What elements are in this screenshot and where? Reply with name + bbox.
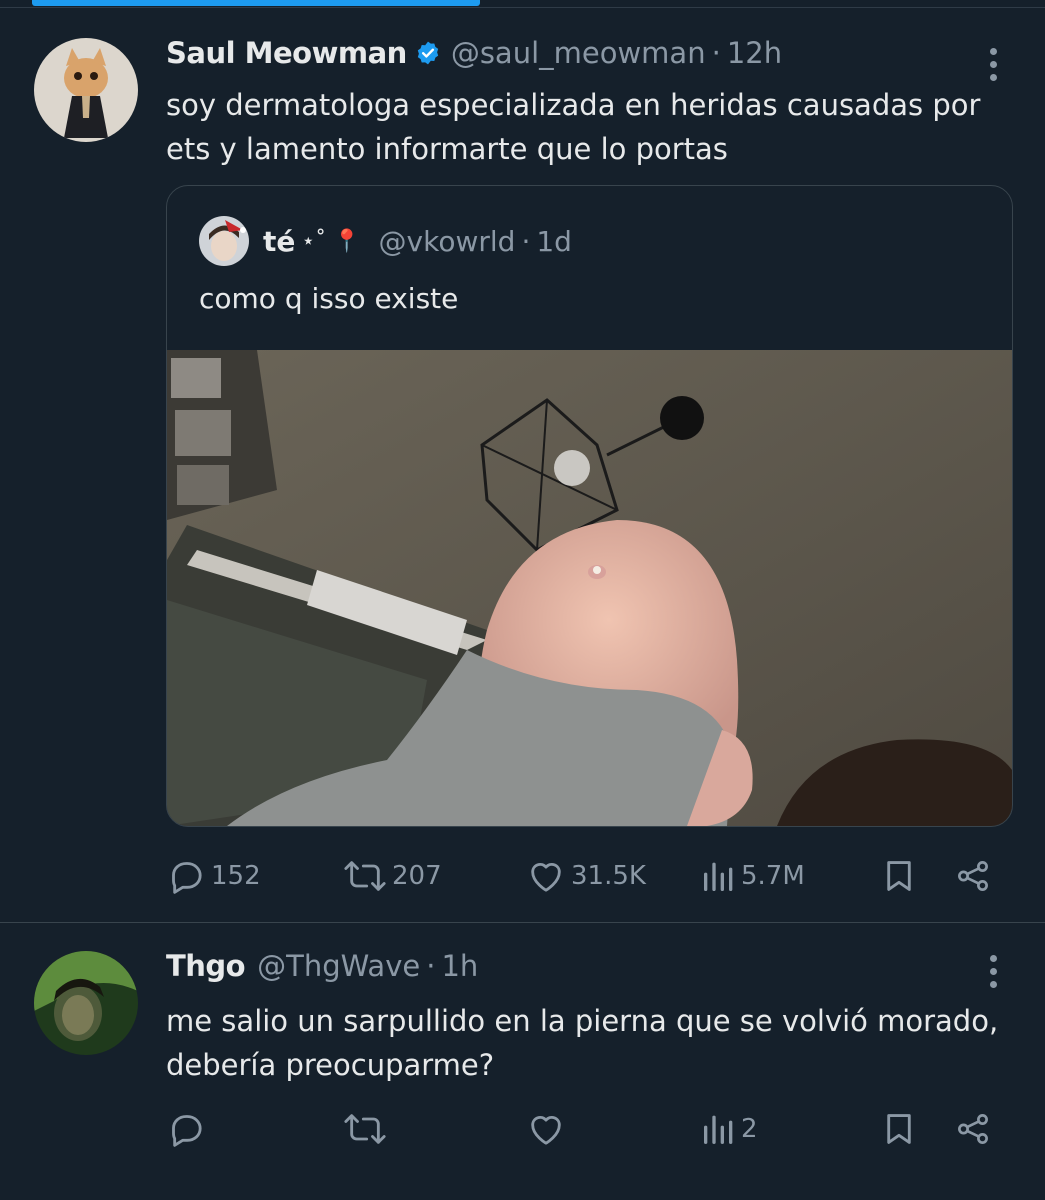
quoted-handle[interactable]: @vkowrld: [379, 225, 516, 258]
tweet-text-line: ets y lamento informarte que lo portas: [166, 132, 728, 166]
views-icon: [702, 1109, 736, 1149]
bookmark-button[interactable]: [880, 851, 918, 901]
quoted-media-photo[interactable]: [167, 350, 1012, 826]
author-handle[interactable]: @ThgWave: [257, 949, 420, 983]
views-count: 2: [741, 1114, 758, 1144]
author-name[interactable]: Saul Meowman: [166, 36, 407, 70]
share-icon: [954, 1109, 992, 1149]
tweet-header: Saul Meowman @saul_meowman · 12h: [166, 36, 782, 70]
quoted-header: té ⋆˚ 📍 @vkowrld · 1d: [199, 216, 572, 266]
views-count: 5.7M: [741, 861, 805, 891]
reply-icon: [166, 856, 206, 896]
reply-text-line: debería preocuparme?: [166, 1048, 495, 1082]
repost-icon: [343, 1109, 387, 1149]
quoted-text: como q isso existe: [199, 282, 459, 315]
like-button[interactable]: [526, 1104, 566, 1154]
top-tab-bar: [0, 0, 1045, 8]
repost-count: 207: [392, 861, 442, 891]
repost-icon: [343, 856, 387, 896]
reply-text-line: me salio un sarpullido en la pierna que …: [166, 1004, 999, 1038]
share-button[interactable]: [954, 851, 992, 901]
quoted-author-name[interactable]: té: [263, 225, 295, 258]
tweet-text-line: soy dermatologa especializada en heridas…: [166, 88, 981, 122]
separator: ·: [711, 36, 721, 70]
quoted-name-decoration: ⋆˚ 📍: [301, 228, 361, 254]
reply-tweet[interactable]: Thgo @ThgWave · 1h me salio un sarpullid…: [0, 923, 1045, 1200]
avatar[interactable]: [34, 38, 138, 142]
more-icon[interactable]: [983, 951, 1003, 991]
repost-button[interactable]: 207: [343, 851, 442, 901]
separator: ·: [426, 949, 436, 983]
reply-button[interactable]: 152: [166, 851, 261, 901]
share-icon: [954, 856, 992, 896]
author-handle[interactable]: @saul_meowman: [451, 36, 706, 70]
separator: ·: [521, 224, 531, 258]
like-icon: [526, 1109, 566, 1149]
quoted-avatar[interactable]: [199, 216, 249, 266]
reply-count: 152: [211, 861, 261, 891]
avatar[interactable]: [34, 951, 138, 1055]
like-button[interactable]: 31.5K: [526, 851, 646, 901]
views-button[interactable]: 2: [702, 1104, 758, 1154]
active-tab-indicator: [32, 0, 480, 6]
reply-header: Thgo @ThgWave · 1h: [166, 949, 478, 983]
views-button[interactable]: 5.7M: [702, 851, 805, 901]
bookmark-button[interactable]: [880, 1104, 918, 1154]
quoted-tweet[interactable]: té ⋆˚ 📍 @vkowrld · 1d como q isso existe: [166, 185, 1013, 827]
bookmark-icon: [880, 1109, 918, 1149]
more-icon[interactable]: [983, 44, 1003, 84]
author-name[interactable]: Thgo: [166, 949, 246, 983]
bookmark-icon: [880, 856, 918, 896]
verified-badge-icon: [415, 40, 441, 66]
repost-button[interactable]: [343, 1104, 387, 1154]
reply-actions: 2: [0, 1104, 1045, 1154]
tweet-text: soy dermatologa especializada en heridas…: [166, 83, 996, 171]
like-icon: [526, 856, 566, 896]
views-icon: [702, 856, 736, 896]
like-count: 31.5K: [571, 861, 646, 891]
reply-button[interactable]: [166, 1104, 206, 1154]
share-button[interactable]: [954, 1104, 992, 1154]
reply-icon: [166, 1109, 206, 1149]
quoted-timestamp[interactable]: 1d: [536, 225, 572, 258]
reply-text: me salio un sarpullido en la pierna que …: [166, 999, 999, 1087]
timestamp[interactable]: 1h: [441, 949, 478, 983]
tweet-actions: 152 207 31.5K 5.7M: [0, 851, 1045, 901]
tweet[interactable]: Saul Meowman @saul_meowman · 12h soy der…: [0, 8, 1045, 923]
timestamp[interactable]: 12h: [727, 36, 782, 70]
